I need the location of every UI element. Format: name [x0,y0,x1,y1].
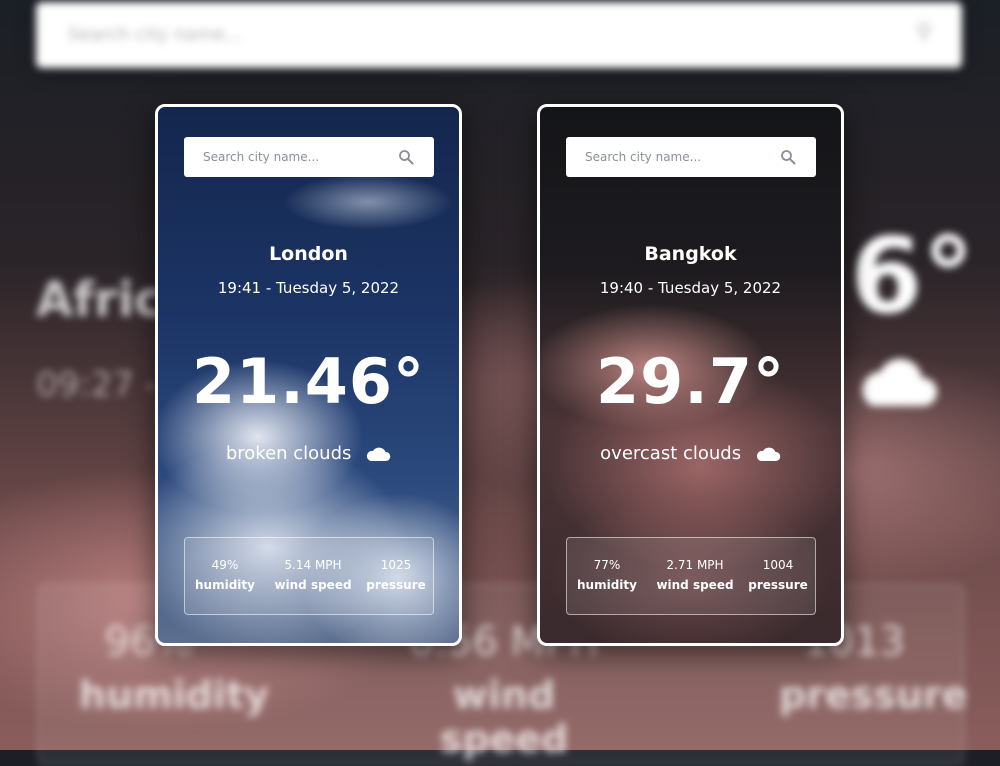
wind-speed-stat: 5.14 MPH wind speed [271,558,355,592]
background-search-placeholder: Search city name... [68,24,243,45]
pressure-label: pressure [748,578,808,592]
weather-description-row: overcast clouds [540,443,841,464]
search-bar[interactable] [566,137,816,177]
background-pressure-label: pressure [779,673,968,717]
background-humidity-label: humidity [79,673,269,717]
wind-speed-stat: 2.71 MPH wind speed [653,558,737,592]
wind-speed-value: 5.14 MPH [284,558,342,572]
background-date: 09:27 - [36,365,158,405]
humidity-stat: 49% humidity [193,558,257,592]
pressure-stat: 1004 pressure [747,558,809,592]
humidity-value: 49% [211,558,239,572]
humidity-label: humidity [195,578,255,592]
stats-panel: 77% humidity 2.71 MPH wind speed 1004 pr… [566,537,816,615]
city-name: London [269,243,348,265]
search-icon[interactable] [398,149,414,165]
background-search-bar: Search city name... ⚲ [36,2,962,68]
cloud-icon [756,447,781,461]
wind-speed-label: wind speed [274,578,352,592]
pressure-stat: 1025 pressure [365,558,427,592]
pressure-value: 1004 [762,558,794,572]
weather-description-row: broken clouds [158,443,459,464]
background-wind-label: wind speed [439,673,569,761]
search-input[interactable] [566,137,785,177]
background-temperature: 6° [850,215,975,337]
city-name: Bangkok [644,243,737,265]
date-time: 19:40 - Tuesday 5, 2022 [599,279,782,297]
search-input[interactable] [184,137,403,177]
weather-card-london: London 19:41 - Tuesday 5, 2022 21.46° br… [155,104,462,646]
weather-description: overcast clouds [600,443,742,464]
cloud-icon [367,447,391,461]
humidity-stat: 77% humidity [575,558,639,592]
search-icon: ⚲ [915,20,932,45]
pressure-label: pressure [366,578,426,592]
search-icon[interactable] [780,149,796,165]
humidity-value: 77% [593,558,621,572]
wind-speed-value: 2.71 MPH [666,558,724,572]
stats-panel: 49% humidity 5.14 MPH wind speed 1025 pr… [184,537,434,615]
weather-description: broken clouds [225,443,352,464]
date-time: 19:41 - Tuesday 5, 2022 [217,279,400,297]
humidity-label: humidity [577,578,637,592]
temperature: 21.46° [191,345,426,418]
background-weather-view: Search city name... ⚲ Africa 09:27 - 6° … [0,0,1000,766]
weather-card-bangkok: Bangkok 19:40 - Tuesday 5, 2022 29.7° ov… [537,104,844,646]
pressure-value: 1025 [380,558,412,572]
search-bar[interactable] [184,137,434,177]
temperature: 29.7° [596,345,785,418]
cloud-icon [862,358,938,406]
wind-speed-label: wind speed [656,578,734,592]
